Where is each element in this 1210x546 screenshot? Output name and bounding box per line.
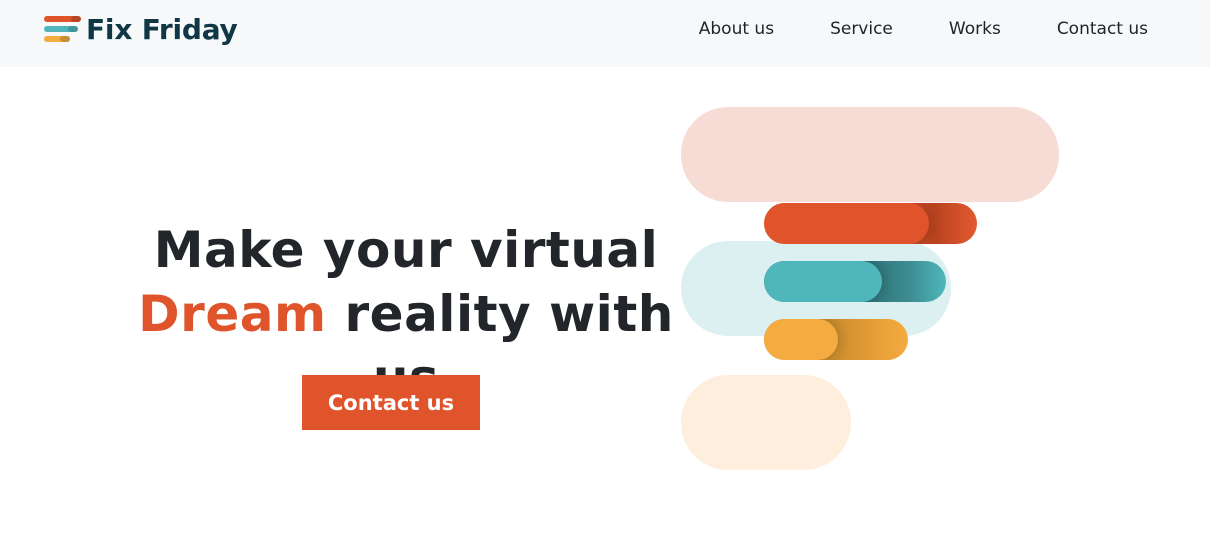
teal-toggle-knob (764, 261, 882, 302)
yellow-toggle-knob (764, 319, 838, 360)
nav-item-about-us[interactable]: About us (699, 17, 774, 41)
cream-pill-shape (681, 375, 851, 470)
contact-us-button[interactable]: Contact us (302, 375, 480, 430)
hero-title-accent: Dream (138, 285, 327, 343)
site-header: Fix Friday About us Service Works Contac… (0, 0, 1210, 67)
pink-pill-shape (681, 107, 1059, 202)
nav-item-service[interactable]: Service (830, 17, 893, 41)
main-nav: About us Service Works Contact us (699, 17, 1148, 41)
brand-name: Fix Friday (86, 12, 238, 46)
hero-illustration (681, 107, 1061, 472)
nav-item-works[interactable]: Works (949, 17, 1001, 41)
teal-toggle-bar (764, 261, 946, 302)
hero-title-line1: Make your virtual (153, 221, 659, 279)
nav-item-contact-us[interactable]: Contact us (1057, 17, 1148, 41)
red-toggle-bar (764, 203, 977, 244)
logo-bars-icon (44, 14, 82, 44)
red-toggle-knob (764, 203, 929, 244)
yellow-toggle-bar (764, 319, 908, 360)
brand-logo[interactable]: Fix Friday (44, 12, 238, 46)
